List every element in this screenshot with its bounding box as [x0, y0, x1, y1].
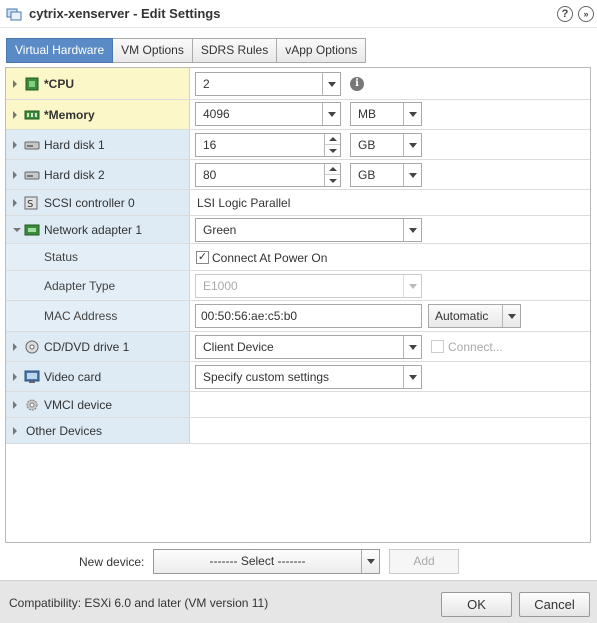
mac-address-label: MAC Address	[44, 309, 118, 323]
expand-arrow-icon[interactable]	[13, 400, 17, 409]
expand-arrow-icon[interactable]	[13, 79, 17, 88]
compatibility-text: Compatibility: ESXi 6.0 and later (VM ve…	[9, 596, 269, 610]
adapter-type-label: Adapter Type	[44, 278, 116, 293]
chevron-down-icon[interactable]	[361, 550, 379, 573]
memory-row: *Memory 4096 MB	[6, 100, 590, 130]
chevron-down-icon[interactable]	[403, 134, 421, 156]
tab-vapp-options[interactable]: vApp Options	[277, 38, 367, 63]
tab-vm-options[interactable]: VM Options	[113, 38, 193, 63]
other-devices-row: Other Devices	[6, 418, 590, 444]
scsi-controller-row: S SCSI controller 0 LSI Logic Parallel	[6, 190, 590, 216]
chevron-down-icon[interactable]	[403, 219, 421, 241]
cpu-count-combo[interactable]: 2	[195, 72, 341, 96]
adapter-type-row: Adapter Type E1000	[6, 271, 590, 301]
chevron-down-icon[interactable]	[403, 336, 421, 358]
memory-label: *Memory	[44, 107, 95, 122]
hard-disk-1-label: Hard disk 1	[44, 137, 105, 152]
scsi-controller-icon: S	[24, 196, 38, 210]
vmci-device-label: VMCI device	[44, 397, 113, 412]
ok-button[interactable]: OK	[441, 592, 512, 617]
new-device-select[interactable]: ------- Select -------	[153, 549, 380, 574]
memory-icon	[24, 110, 40, 119]
cancel-button[interactable]: Cancel	[519, 592, 590, 617]
connect-at-power-on-label: Connect At Power On	[212, 251, 328, 265]
chevron-down-icon[interactable]	[502, 305, 520, 327]
network-adapter-icon	[24, 224, 40, 235]
add-device-button: Add	[389, 549, 459, 574]
cd-dvd-connect-label: Connect...	[448, 340, 503, 354]
expand-arrow-icon[interactable]	[13, 198, 17, 207]
chevron-down-icon[interactable]	[322, 103, 340, 125]
mac-address-input[interactable]: 00:50:56:ae:c5:b0	[195, 304, 422, 328]
tab-virtual-hardware[interactable]: Virtual Hardware	[6, 38, 114, 63]
expand-arrow-icon[interactable]	[13, 342, 17, 351]
expand-icon[interactable]: »	[578, 6, 594, 22]
scsi-controller-label: SCSI controller 0	[44, 195, 135, 210]
video-card-row: Video card Specify custom settings	[6, 362, 590, 392]
hard-disk-2-row: Hard disk 2 80 GB	[6, 160, 590, 190]
status-row: Status ✓ Connect At Power On	[6, 244, 590, 271]
memory-size-combo[interactable]: 4096	[195, 102, 341, 126]
video-card-icon	[24, 370, 40, 383]
cd-dvd-connect-checkbox	[431, 340, 444, 353]
video-card-label: Video card	[44, 369, 102, 384]
tab-sdrs-rules[interactable]: SDRS Rules	[192, 38, 278, 63]
cpu-label: *CPU	[44, 76, 75, 91]
other-devices-label: Other Devices	[26, 423, 103, 438]
hard-disk-icon	[24, 141, 40, 149]
hard-disk-2-size-stepper[interactable]: 80	[195, 163, 341, 187]
hard-disk-1-row: Hard disk 1 16 GB	[6, 130, 590, 160]
hard-disk-2-label: Hard disk 2	[44, 167, 105, 182]
connect-at-power-on-checkbox[interactable]: ✓	[196, 251, 209, 264]
chevron-down-icon[interactable]	[403, 103, 421, 125]
expand-arrow-icon[interactable]	[13, 170, 17, 179]
video-card-combo[interactable]: Specify custom settings	[195, 365, 422, 389]
cd-dvd-source-combo[interactable]: Client Device	[195, 335, 422, 359]
tab-bar: Virtual Hardware VM Options SDRS Rules v…	[6, 38, 367, 63]
vmci-device-row: VMCI device	[6, 392, 590, 418]
network-adapter-label: Network adapter 1	[44, 222, 143, 237]
svg-text:S: S	[27, 199, 33, 210]
expand-arrow-icon[interactable]	[13, 140, 17, 149]
cd-dvd-label: CD/DVD drive 1	[44, 339, 130, 354]
scsi-controller-type: LSI Logic Parallel	[197, 196, 291, 210]
status-label: Status	[44, 250, 79, 264]
cpu-row: *CPU 2 i	[6, 68, 590, 100]
cd-dvd-icon	[25, 340, 39, 353]
vm-icon	[6, 8, 22, 21]
network-adapter-row: Network adapter 1 Green	[6, 216, 590, 244]
hard-disk-1-unit-combo[interactable]: GB	[350, 133, 422, 157]
chevron-down-icon	[403, 275, 421, 297]
collapse-arrow-icon[interactable]	[13, 227, 21, 232]
device-list: *CPU 2 i *Memory 4096 MB Hard disk 1 16 …	[5, 67, 591, 543]
expand-arrow-icon[interactable]	[13, 426, 17, 435]
footer: Compatibility: ESXi 6.0 and later (VM ve…	[0, 580, 597, 623]
memory-unit-combo[interactable]: MB	[350, 102, 422, 126]
new-device-label: New device:	[79, 555, 145, 569]
hard-disk-icon	[24, 171, 40, 179]
mac-address-row: MAC Address 00:50:56:ae:c5:b0 Automatic	[6, 301, 590, 332]
spinner-icon[interactable]	[324, 164, 340, 186]
info-icon[interactable]: i	[350, 77, 364, 91]
chevron-down-icon[interactable]	[403, 164, 421, 186]
gear-icon	[26, 399, 38, 410]
hard-disk-2-unit-combo[interactable]: GB	[350, 163, 422, 187]
chevron-down-icon[interactable]	[403, 366, 421, 388]
window-title: cytrix-xenserver - Edit Settings	[29, 6, 221, 21]
help-icon[interactable]: ?	[557, 6, 573, 22]
cd-dvd-row: CD/DVD drive 1 Client Device Connect...	[6, 332, 590, 362]
expand-arrow-icon[interactable]	[13, 372, 17, 381]
title-bar: cytrix-xenserver - Edit Settings ? »	[0, 0, 597, 28]
hard-disk-1-size-stepper[interactable]: 16	[195, 133, 341, 157]
expand-arrow-icon[interactable]	[13, 110, 17, 119]
chevron-down-icon[interactable]	[322, 73, 340, 95]
network-combo[interactable]: Green	[195, 218, 422, 242]
cpu-icon	[25, 77, 39, 90]
mac-mode-combo[interactable]: Automatic	[428, 304, 521, 328]
adapter-type-combo: E1000	[195, 274, 422, 298]
spinner-icon[interactable]	[324, 134, 340, 156]
